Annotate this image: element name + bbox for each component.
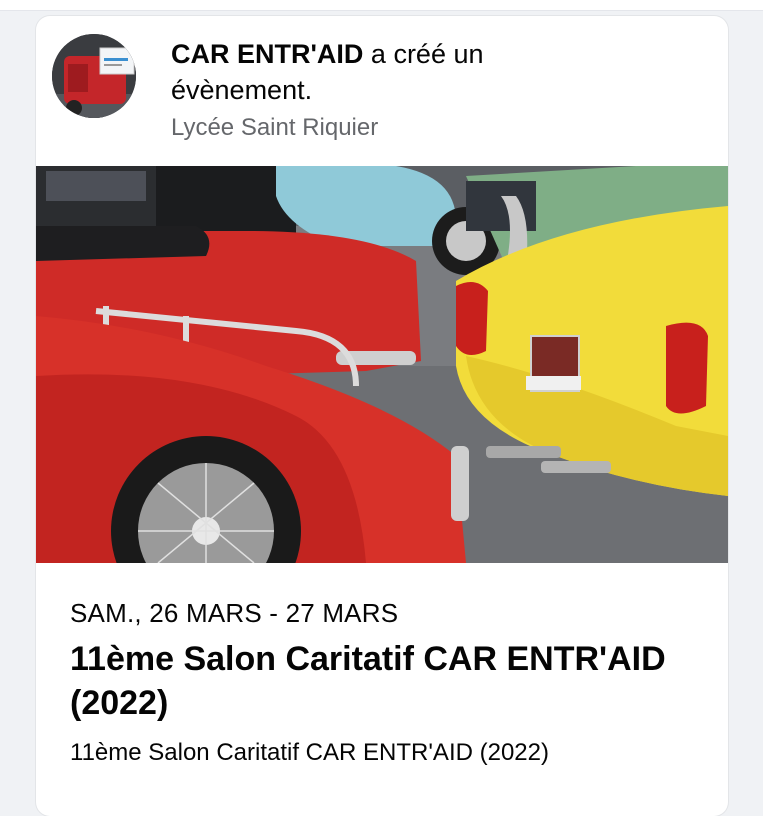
event-details[interactable]: SAM., 26 MARS - 27 MARS 11ème Salon Cari… bbox=[36, 563, 728, 816]
event-subtitle: 11ème Salon Caritatif CAR ENTR'AID (2022… bbox=[70, 739, 549, 766]
event-post-card[interactable]: CAR ENTR'AID a créé un évènement. Lycée … bbox=[36, 16, 728, 816]
avatar-image bbox=[52, 34, 136, 118]
top-bar bbox=[0, 0, 763, 11]
classic-cars-image bbox=[36, 166, 728, 626]
avatar[interactable] bbox=[52, 34, 136, 118]
post-header: CAR ENTR'AID a créé un évènement. Lycée … bbox=[36, 16, 728, 166]
event-cover-photo[interactable] bbox=[36, 166, 728, 626]
post-location[interactable]: Lycée Saint Riquier bbox=[171, 114, 378, 142]
post-action-line: CAR ENTR'AID a créé un évènement. bbox=[171, 36, 591, 108]
event-title[interactable]: 11ème Salon Caritatif CAR ENTR'AID (2022… bbox=[70, 637, 690, 725]
author-name[interactable]: CAR ENTR'AID bbox=[171, 39, 363, 69]
event-date: SAM., 26 MARS - 27 MARS bbox=[70, 598, 399, 628]
